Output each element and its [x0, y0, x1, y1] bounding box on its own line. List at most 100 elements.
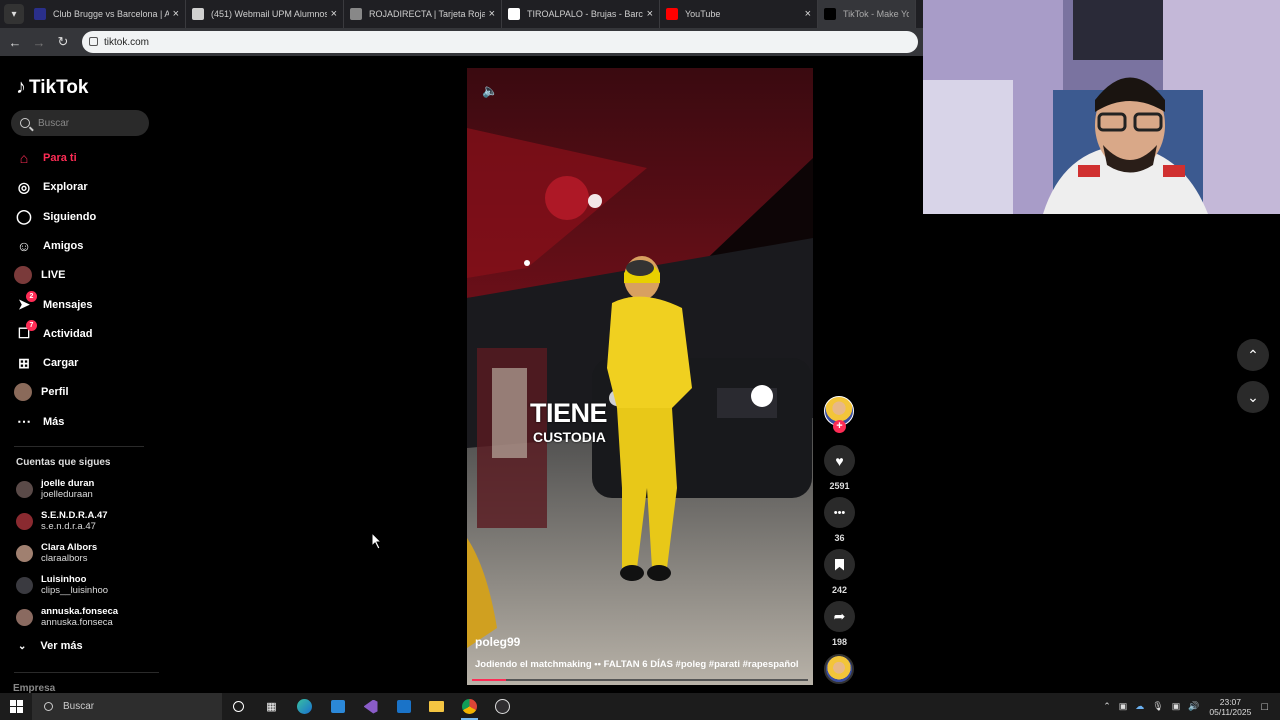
- avatar: [16, 512, 33, 530]
- save-button[interactable]: [824, 549, 855, 580]
- site-info-icon[interactable]: [89, 37, 98, 46]
- edge-app[interactable]: [288, 693, 321, 720]
- chevron-down-icon: ⌄: [18, 640, 27, 652]
- home-icon: ⌂: [19, 150, 29, 166]
- browser-tab[interactable]: (451) Webmail UPM Alumnos ×: [186, 0, 344, 28]
- sidebar-item-siguiendo[interactable]: ◯ Siguiendo: [14, 204, 154, 230]
- sidebar-item-m-s[interactable]: ⋯ Más: [14, 409, 154, 435]
- visual-studio-icon: [363, 699, 378, 714]
- store-app[interactable]: [321, 693, 354, 720]
- tab-favicon-icon: [508, 8, 520, 20]
- following-accounts-title: Cuentas que sigues: [16, 457, 111, 468]
- tab-close-icon[interactable]: ×: [647, 8, 653, 20]
- account-name: Luisinhoo: [41, 574, 87, 585]
- address-bar-row: ← → ↻ tiktok.com: [0, 28, 923, 56]
- obs-app[interactable]: [486, 693, 519, 720]
- tab-label: (451) Webmail UPM Alumnos: [211, 9, 327, 19]
- sidebar-item-label: Más: [43, 415, 65, 428]
- taskbar-clock[interactable]: 23:07 05/11/2025: [1209, 697, 1251, 717]
- sidebar-item-live[interactable]: LIVE: [14, 262, 154, 288]
- tab-favicon-icon: [34, 8, 46, 20]
- notifications-icon[interactable]: □: [1261, 701, 1268, 713]
- volume-tray-icon[interactable]: 🔊: [1188, 701, 1199, 712]
- video-progress-bar[interactable]: [472, 679, 808, 681]
- taskbar-search-placeholder: Buscar: [63, 701, 95, 712]
- outlook-app[interactable]: [387, 693, 420, 720]
- network-icon[interactable]: ▣: [1172, 701, 1181, 712]
- url-field[interactable]: tiktok.com: [82, 31, 918, 53]
- account-handle: annuska.fonseca: [41, 617, 113, 628]
- follow-plus-icon[interactable]: +: [833, 420, 846, 433]
- visual-studio-app[interactable]: [354, 693, 387, 720]
- file-explorer-app[interactable]: [420, 693, 453, 720]
- onedrive-icon[interactable]: ☁: [1135, 701, 1144, 712]
- account-name: Clara Albors: [41, 542, 98, 553]
- tab-favicon-icon: [192, 8, 204, 20]
- video-player[interactable]: [467, 68, 813, 685]
- video-author[interactable]: poleg99: [475, 635, 520, 649]
- share-button[interactable]: ➦: [824, 601, 855, 632]
- forward-button[interactable]: →: [27, 35, 51, 50]
- sidebar-item-explorar[interactable]: ◎ Explorar: [14, 174, 154, 200]
- avatar: [16, 480, 33, 498]
- heart-icon: ♥: [835, 452, 844, 469]
- activity-icon: ☐ 7: [14, 319, 37, 344]
- tab-close-icon[interactable]: ×: [805, 8, 811, 20]
- sidebar-item-amigos[interactable]: ☺ Amigos: [14, 233, 154, 259]
- start-button[interactable]: [0, 693, 32, 720]
- next-video-button[interactable]: ⌄: [1237, 381, 1269, 413]
- followed-account[interactable]: Luisinhoo clips__luisinhoo: [16, 571, 156, 599]
- microphone-icon[interactable]: 🎙: [1152, 701, 1163, 712]
- followed-account[interactable]: Clara Albors claraalbors: [16, 539, 156, 567]
- see-more-label: Ver más: [40, 640, 83, 652]
- cortana-button[interactable]: [222, 693, 255, 720]
- browser-tab[interactable]: TIROALPALO - Brujas - Barcelon ×: [502, 0, 660, 28]
- cortana-icon: [233, 701, 244, 712]
- previous-video-button[interactable]: ⌃: [1237, 339, 1269, 371]
- tab-label: Club Brugge vs Barcelona | Alin: [53, 9, 169, 19]
- comment-icon: •••: [833, 506, 846, 519]
- notification-badge: 2: [26, 290, 37, 302]
- sidebar-divider-bottom: [14, 672, 159, 673]
- tab-label: TikTok - Make Your Day: [843, 9, 909, 19]
- see-more-button[interactable]: ⌄ Ver más: [18, 640, 83, 652]
- chrome-app[interactable]: [453, 693, 486, 720]
- chevron-down-icon: ⌄: [1247, 388, 1259, 405]
- followed-account[interactable]: annuska.fonseca annuska.fonseca: [16, 603, 156, 631]
- sidebar-item-label: Explorar: [43, 181, 88, 194]
- reload-button[interactable]: ↻: [51, 34, 75, 50]
- task-view-button[interactable]: ▦: [255, 693, 288, 720]
- search-input[interactable]: Buscar: [11, 110, 149, 136]
- browser-tab[interactable]: YouTube ×: [660, 0, 818, 28]
- tab-close-icon[interactable]: ×: [331, 8, 337, 20]
- sidebar-item-para-ti[interactable]: ⌂ Para ti: [14, 145, 154, 171]
- taskbar-search[interactable]: Buscar: [32, 693, 222, 720]
- tiktok-logo[interactable]: ♪ TikTok: [16, 76, 88, 99]
- sidebar-item-perfil[interactable]: Perfil: [14, 379, 154, 405]
- account-name: annuska.fonseca: [41, 606, 119, 617]
- followed-account[interactable]: joelle duran joelleduraan: [16, 475, 156, 503]
- tray-expand-icon[interactable]: ⌃: [1103, 701, 1111, 712]
- browser-tab[interactable]: TikTok - Make Your Day: [818, 0, 916, 28]
- browser-tab[interactable]: Club Brugge vs Barcelona | Alin ×: [28, 0, 186, 28]
- volume-icon[interactable]: 🔈: [482, 83, 498, 99]
- avatar: [16, 608, 33, 626]
- meet-icon[interactable]: ▣: [1119, 701, 1128, 712]
- tab-close-icon[interactable]: ×: [173, 8, 179, 20]
- comment-button[interactable]: •••: [824, 497, 855, 528]
- tab-search-menu[interactable]: ▾: [4, 4, 24, 24]
- tab-close-icon[interactable]: ×: [489, 8, 495, 20]
- obs-icon: [495, 699, 510, 714]
- sidebar-item-mensajes[interactable]: ➤ 2 Mensajes: [14, 290, 154, 318]
- sidebar-item-label: Siguiendo: [43, 210, 97, 223]
- sidebar-item-actividad[interactable]: ☐ 7 Actividad: [14, 319, 154, 347]
- account-name: S.E.N.D.R.A.47: [41, 510, 108, 521]
- back-button[interactable]: ←: [3, 35, 27, 50]
- followed-account[interactable]: S.E.N.D.R.A.47 s.e.n.d.r.a.47: [16, 507, 156, 535]
- sidebar-item-cargar[interactable]: ⊞ Cargar: [14, 350, 154, 376]
- music-disc[interactable]: [824, 654, 854, 684]
- url-text: tiktok.com: [104, 36, 150, 48]
- like-count: 2591: [829, 481, 850, 491]
- browser-tab[interactable]: ROJADIRECTA | Tarjeta Roja TV ×: [344, 0, 502, 28]
- like-button[interactable]: ♥: [824, 445, 855, 476]
